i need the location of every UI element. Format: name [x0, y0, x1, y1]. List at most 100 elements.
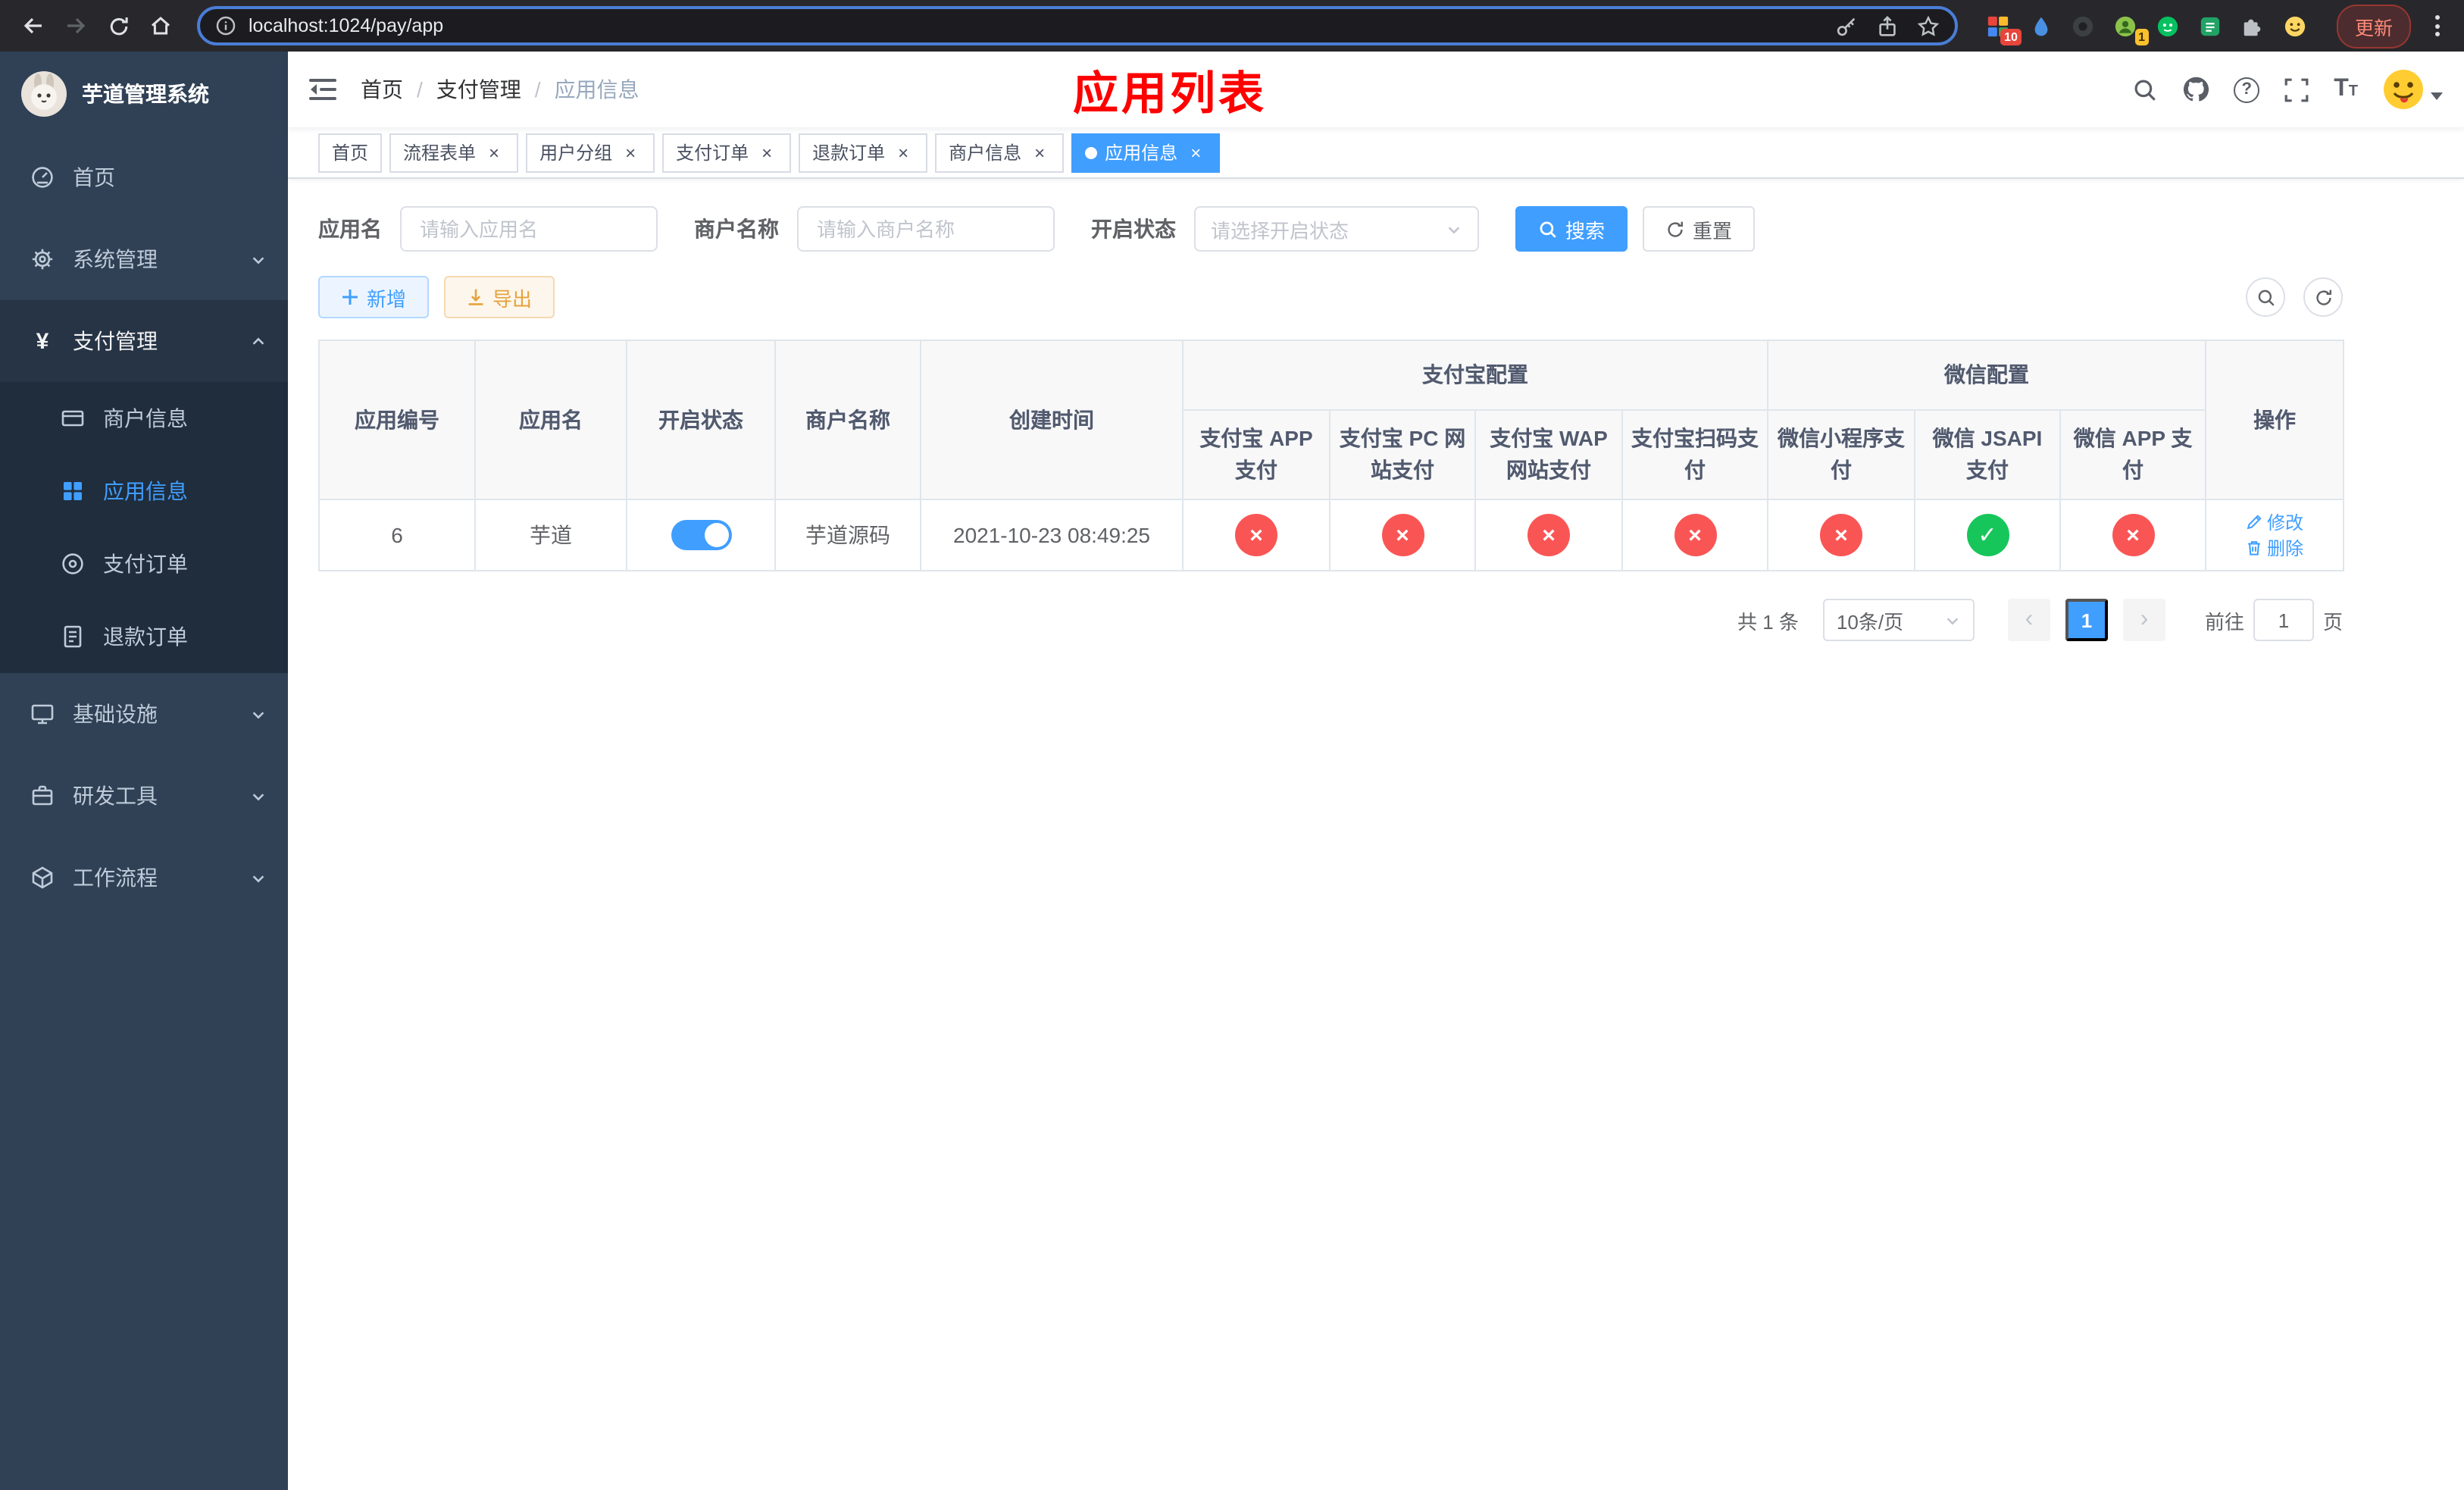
browser-menu-button[interactable] [2426, 15, 2449, 36]
app-name-input[interactable] [400, 206, 658, 252]
sidebar-item-label: 研发工具 [73, 784, 158, 808]
bookmark-star-icon[interactable] [1917, 14, 1940, 37]
tab-user-group[interactable]: 用户分组 × [526, 133, 655, 172]
page-size-select[interactable]: 10条/页 [1822, 599, 1975, 641]
password-key-icon[interactable] [1835, 14, 1858, 37]
sidebar-item-system[interactable]: 系统管理 [0, 218, 288, 300]
goto-page-input[interactable] [2253, 599, 2314, 641]
sidebar-item-payment[interactable]: ¥ 支付管理 [0, 300, 288, 382]
status-cross-icon: × [1820, 514, 1862, 556]
select-placeholder: 请选择开启状态 [1211, 219, 1349, 242]
breadcrumb-payment[interactable]: 支付管理 [436, 74, 521, 105]
close-icon[interactable]: × [483, 142, 505, 163]
sidebar-toggle-button[interactable] [309, 77, 336, 102]
back-arrow-icon [23, 17, 42, 34]
trash-icon [2248, 541, 2260, 556]
merchant-name-input[interactable] [797, 206, 1055, 252]
column-group-wechat: 微信配置 [1766, 340, 2207, 411]
edit-link[interactable]: 修改 [2246, 509, 2303, 535]
user-avatar[interactable] [2382, 68, 2443, 111]
search-icon[interactable] [2132, 77, 2158, 102]
column-header-wx-app: 微信 APP 支付 [2059, 409, 2207, 500]
sidebar-item-workflow[interactable]: 工作流程 [0, 837, 288, 919]
yen-icon: ¥ [36, 328, 49, 354]
browser-update-button[interactable]: 更新 [2336, 4, 2411, 48]
tab-home[interactable]: 首页 [318, 133, 383, 172]
export-button[interactable]: 导出 [444, 276, 555, 318]
delete-link[interactable]: 删除 [2246, 535, 2303, 561]
main-area: 首页 / 支付管理 / 应用信息 应用列表 ? TT 首页 流程表单 × 用户分… [288, 52, 2464, 1490]
next-page-button[interactable]: › [2122, 599, 2165, 641]
extension-drop-icon[interactable] [2028, 12, 2055, 39]
close-icon[interactable]: × [756, 142, 777, 163]
sidebar-item-label: 系统管理 [73, 247, 158, 271]
tab-process-form[interactable]: 流程表单 × [389, 133, 519, 172]
tab-label: 支付订单 [676, 142, 749, 164]
github-icon[interactable] [2182, 76, 2209, 103]
cell-wx-jsapi: ✓ [1914, 499, 2061, 571]
sidebar-item-dev-tools[interactable]: 研发工具 [0, 755, 288, 837]
column-header-alipay-wap: 支付宝 WAP 网站支付 [1474, 409, 1623, 500]
add-button[interactable]: 新增 [318, 276, 430, 318]
extension-dark-circle-icon[interactable] [2070, 12, 2097, 39]
extension-avatar-icon[interactable]: 1 [2112, 12, 2149, 45]
extension-notes-icon[interactable] [2197, 12, 2225, 39]
sidebar-item-infra[interactable]: 基础设施 [0, 673, 288, 755]
reset-button[interactable]: 重置 [1643, 206, 1756, 252]
app-table: 应用编号 应用名 开启状态 商户名称 创建时间 支付宝配置 微信配置 操作 支付… [318, 340, 2345, 571]
status-select[interactable]: 请选择开启状态 [1194, 206, 1479, 252]
app-title: 芋道管理系统 [82, 82, 209, 106]
share-icon[interactable] [1876, 14, 1899, 37]
page-content: 应用名 商户名称 开启状态 请选择开启状态 [288, 179, 2464, 1490]
close-icon[interactable]: × [620, 142, 641, 163]
toggle-search-button[interactable] [2246, 277, 2285, 317]
browser-refresh-button[interactable] [100, 8, 136, 44]
cell-actions: 修改 删除 [2205, 499, 2345, 571]
extension-emoji-icon[interactable] [2282, 12, 2309, 39]
browser-forward-button[interactable] [58, 8, 94, 44]
site-info-icon[interactable] [215, 15, 236, 36]
font-size-icon[interactable]: TT [2334, 77, 2358, 102]
close-icon[interactable]: × [1029, 142, 1050, 163]
document-icon [61, 624, 85, 649]
close-icon[interactable]: × [893, 142, 914, 163]
tab-pay-order[interactable]: 支付订单 × [662, 133, 792, 172]
sidebar-item-pay-order[interactable]: 支付订单 [0, 527, 288, 600]
sidebar-item-app-info[interactable]: 应用信息 [0, 455, 288, 527]
browser-home-button[interactable] [142, 8, 179, 44]
fullscreen-icon[interactable] [2284, 77, 2309, 102]
tab-label: 用户分组 [539, 142, 613, 164]
cell-alipay-wap: × [1474, 499, 1623, 571]
order-circle-icon [61, 552, 85, 576]
status-cross-icon: × [1235, 514, 1277, 556]
sidebar-item-label: 首页 [73, 165, 115, 189]
page-number-1[interactable]: 1 [2065, 599, 2108, 641]
link-label: 删除 [2267, 538, 2304, 559]
browser-back-button[interactable] [15, 8, 52, 44]
tab-merchant-info[interactable]: 商户信息 × [935, 133, 1065, 172]
refresh-table-button[interactable] [2303, 277, 2343, 317]
breadcrumb-home[interactable]: 首页 [361, 74, 403, 105]
tab-label: 首页 [332, 142, 369, 164]
urlbar-actions [1835, 14, 1940, 37]
sidebar-item-refund-order[interactable]: 退款订单 [0, 600, 288, 673]
status-toggle[interactable] [671, 520, 731, 550]
extension-wechat-icon[interactable] [2155, 12, 2182, 39]
extensions-puzzle-icon[interactable] [2240, 12, 2267, 39]
close-icon[interactable]: × [1185, 142, 1206, 163]
sidebar-item-home[interactable]: 首页 [0, 136, 288, 218]
search-button[interactable]: 搜索 [1515, 206, 1628, 252]
prev-page-button[interactable]: ‹ [2007, 599, 2050, 641]
sidebar-item-merchant-info[interactable]: 商户信息 [0, 382, 288, 455]
url-text[interactable]: localhost:1024/pay/app [249, 15, 1823, 36]
toggle-knob [704, 523, 728, 547]
cell-alipay-qr: × [1621, 499, 1768, 571]
chevron-down-icon [2431, 92, 2443, 99]
cell-status [626, 499, 776, 571]
url-bar[interactable]: localhost:1024/pay/app [197, 6, 1958, 45]
tab-refund-order[interactable]: 退款订单 × [799, 133, 928, 172]
tab-app-info[interactable]: 应用信息 × [1071, 133, 1221, 172]
help-icon[interactable]: ? [2234, 77, 2260, 102]
extension-colorful-grid-icon[interactable]: 10 [1985, 12, 2022, 45]
extension-badge: 10 [2000, 29, 2022, 45]
